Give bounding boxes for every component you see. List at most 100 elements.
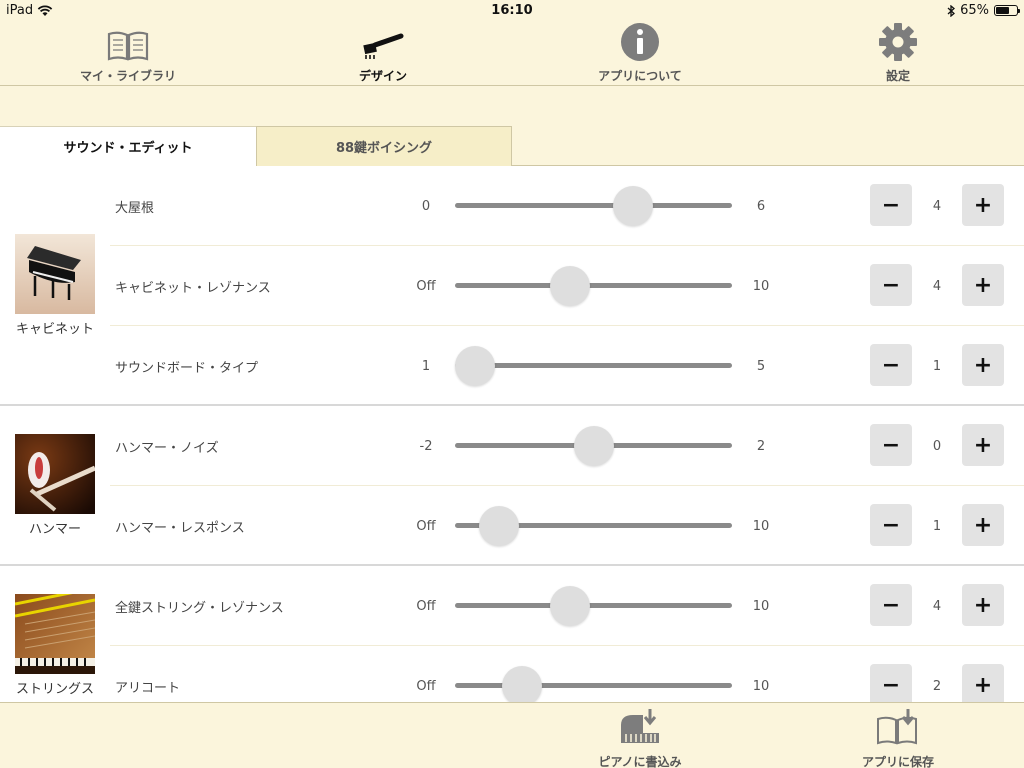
increment-button[interactable]: + bbox=[962, 184, 1004, 226]
param-min: -2 bbox=[419, 438, 433, 454]
slider-knob[interactable] bbox=[573, 426, 614, 466]
slider-knob[interactable] bbox=[502, 666, 543, 702]
info-icon bbox=[621, 23, 659, 61]
param-name: ハンマー・ノイズ bbox=[115, 440, 219, 456]
decrement-button[interactable]: − bbox=[870, 664, 912, 702]
tab-88-key-voicing[interactable]: 88鍵ボイシング bbox=[256, 126, 512, 166]
nav-label: 設定 bbox=[885, 69, 910, 83]
slider-knob[interactable] bbox=[455, 346, 495, 386]
param-row: ハンマー・レスポンス Off 10 − 1 + bbox=[110, 486, 1024, 566]
increment-button[interactable]: + bbox=[962, 664, 1004, 702]
param-min: Off bbox=[416, 518, 436, 534]
group-label: キャビネット bbox=[15, 322, 94, 337]
param-min: Off bbox=[416, 278, 436, 294]
group-label: ストリングス bbox=[15, 682, 94, 697]
slider-track[interactable] bbox=[455, 603, 732, 608]
slider-track[interactable] bbox=[455, 283, 732, 288]
status-bar: iPad 16:10 65% bbox=[0, 0, 1024, 20]
param-row: キャビネット・レゾナンス Off 10 − 4 + bbox=[110, 246, 1024, 326]
toolbar-label: アプリに保存 bbox=[861, 755, 934, 768]
bottom-toolbar: ピアノに書込み アプリに保存 bbox=[0, 702, 1024, 768]
param-max: 5 bbox=[756, 358, 766, 374]
decrement-button[interactable]: − bbox=[870, 504, 912, 546]
increment-button[interactable]: + bbox=[962, 264, 1004, 306]
slider-track[interactable] bbox=[455, 203, 732, 208]
nav-label: アプリについて bbox=[598, 69, 682, 83]
param-value: 1 bbox=[932, 518, 942, 534]
top-navigation: マイ・ライブラリ デザイン アプリについて 設定 bbox=[0, 20, 1024, 86]
group-cabinet: キャビネット 大屋根 0 6 − 4 + キャビネット・レゾナンス Off 10… bbox=[0, 166, 1024, 406]
param-row: 全鍵ストリング・レゾナンス Off 10 − 4 + bbox=[110, 566, 1024, 646]
param-max: 10 bbox=[752, 518, 770, 534]
decrement-button[interactable]: − bbox=[870, 344, 912, 386]
param-value: 1 bbox=[932, 358, 942, 374]
nav-about-app[interactable]: アプリについて bbox=[570, 20, 710, 86]
param-name: キャビネット・レゾナンス bbox=[115, 280, 271, 296]
param-min: 1 bbox=[421, 358, 431, 374]
book-icon bbox=[107, 31, 149, 61]
decrement-button[interactable]: − bbox=[870, 584, 912, 626]
param-max: 10 bbox=[752, 598, 770, 614]
param-value: 4 bbox=[932, 598, 942, 614]
save-to-app-button[interactable]: アプリに保存 bbox=[828, 709, 968, 768]
nav-design[interactable]: デザイン bbox=[313, 20, 453, 86]
param-max: 2 bbox=[756, 438, 766, 454]
sound-edit-panel: キャビネット 大屋根 0 6 − 4 + キャビネット・レゾナンス Off 10… bbox=[0, 166, 1024, 702]
param-name: 大屋根 bbox=[115, 200, 155, 216]
slider-knob[interactable] bbox=[478, 506, 519, 546]
increment-button[interactable]: + bbox=[962, 504, 1004, 546]
decrement-button[interactable]: − bbox=[870, 424, 912, 466]
slider-track[interactable] bbox=[455, 683, 732, 688]
increment-button[interactable]: + bbox=[962, 344, 1004, 386]
param-value: 4 bbox=[932, 198, 942, 214]
tab-sound-edit[interactable]: サウンド・エディット bbox=[0, 126, 256, 166]
toolbar-label: ピアノに書込み bbox=[598, 755, 682, 768]
decrement-button[interactable]: − bbox=[870, 184, 912, 226]
param-min: Off bbox=[416, 598, 436, 614]
param-value: 0 bbox=[932, 438, 942, 454]
decrement-button[interactable]: − bbox=[870, 264, 912, 306]
param-row: 大屋根 0 6 − 4 + bbox=[110, 166, 1024, 246]
group-thumbnail: ストリングス bbox=[0, 594, 110, 697]
param-value: 2 bbox=[932, 678, 942, 694]
write-to-piano-button[interactable]: ピアノに書込み bbox=[570, 709, 710, 768]
param-name: ハンマー・レスポンス bbox=[115, 520, 245, 536]
param-name: アリコート bbox=[115, 680, 181, 696]
hammer-image bbox=[15, 434, 95, 514]
param-value: 4 bbox=[932, 278, 942, 294]
gear-icon bbox=[879, 23, 917, 61]
slider-knob[interactable] bbox=[549, 266, 590, 306]
increment-button[interactable]: + bbox=[962, 584, 1004, 626]
slider-knob[interactable] bbox=[549, 586, 590, 626]
param-max: 6 bbox=[756, 198, 766, 214]
tab-bar: サウンド・エディット 88鍵ボイシング bbox=[0, 126, 1024, 166]
nav-settings[interactable]: 設定 bbox=[828, 20, 968, 86]
slider-knob[interactable] bbox=[613, 186, 653, 226]
param-max: 10 bbox=[752, 678, 770, 694]
param-min: Off bbox=[416, 678, 436, 694]
param-row: ハンマー・ノイズ -2 2 − 0 + bbox=[110, 406, 1024, 486]
param-max: 10 bbox=[752, 278, 770, 294]
group-label: ハンマー bbox=[28, 522, 81, 537]
piano-download-icon bbox=[621, 709, 659, 743]
grand-piano-image bbox=[15, 234, 95, 314]
brush-icon bbox=[363, 33, 404, 59]
increment-button[interactable]: + bbox=[962, 424, 1004, 466]
param-row: サウンドボード・タイプ 1 5 − 1 + bbox=[110, 326, 1024, 406]
battery-icon bbox=[994, 5, 1020, 16]
param-min: 0 bbox=[421, 198, 431, 214]
group-hammer: ハンマー ハンマー・ノイズ -2 2 − 0 + ハンマー・レスポンス Off … bbox=[0, 406, 1024, 566]
param-row: アリコート Off 10 − 2 + bbox=[110, 646, 1024, 702]
slider-track[interactable] bbox=[455, 363, 732, 368]
group-strings: ストリングス 全鍵ストリング・レゾナンス Off 10 − 4 + アリコート … bbox=[0, 566, 1024, 702]
nav-label: マイ・ライブラリ bbox=[79, 69, 176, 83]
group-thumbnail: キャビネット bbox=[0, 234, 110, 337]
battery-percent: 65% bbox=[960, 3, 989, 18]
param-name: 全鍵ストリング・レゾナンス bbox=[115, 600, 284, 616]
param-name: サウンドボード・タイプ bbox=[115, 360, 259, 376]
bluetooth-icon bbox=[947, 4, 956, 17]
clock: 16:10 bbox=[491, 3, 533, 18]
nav-my-library[interactable]: マイ・ライブラリ bbox=[58, 20, 198, 86]
strings-image bbox=[15, 594, 95, 674]
nav-label: デザイン bbox=[358, 69, 407, 83]
